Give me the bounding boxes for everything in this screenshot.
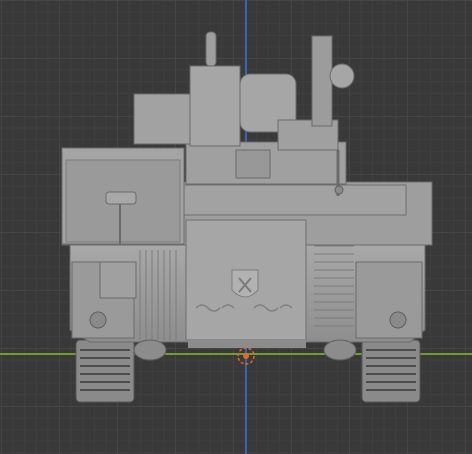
left-armor-box <box>61 147 185 245</box>
left-track <box>75 339 135 403</box>
vehicle-model[interactable] <box>0 0 472 454</box>
right-track <box>361 339 421 403</box>
3d-viewport[interactable] <box>0 0 472 454</box>
origin-marker-icon[interactable] <box>236 346 256 366</box>
